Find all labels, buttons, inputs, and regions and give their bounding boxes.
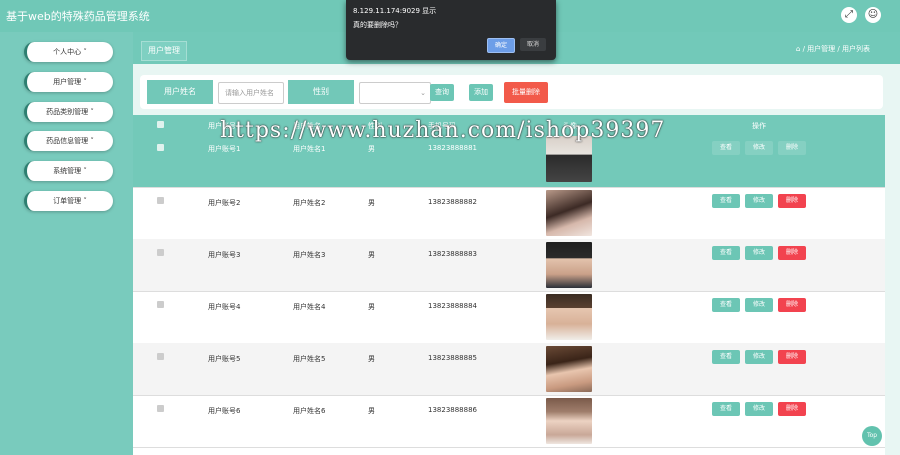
- cell-gender: 男: [368, 407, 375, 415]
- delete-button[interactable]: 删除: [778, 246, 806, 260]
- table-row[interactable]: 用户账号5 用户姓名5 男 13823888885 查看 修改 删除: [133, 343, 885, 396]
- username-input[interactable]: 请输入用户姓名: [218, 82, 284, 104]
- confirm-button[interactable]: 确定: [487, 38, 515, 53]
- cell-gender: 男: [368, 355, 375, 363]
- avatar: [546, 398, 592, 444]
- cell-gender: 男: [368, 251, 375, 259]
- sidebar-item-drug-info[interactable]: 药品信息管理 ˅: [24, 131, 113, 151]
- edit-button[interactable]: 修改: [745, 350, 773, 364]
- cell-gender: 男: [368, 199, 375, 207]
- row-checkbox[interactable]: [157, 405, 164, 412]
- table-row[interactable]: 用户账号6 用户姓名6 男 13823888886 查看 修改 删除: [133, 395, 885, 448]
- add-button[interactable]: 添加: [469, 84, 493, 101]
- cell-gender: 男: [368, 145, 375, 153]
- sidebar-item-orders[interactable]: 订单管理 ˅: [24, 191, 113, 211]
- sidebar-item-label: 药品信息管理: [46, 137, 89, 145]
- view-button[interactable]: 查看: [712, 194, 740, 208]
- sidebar-item-personal-center[interactable]: 个人中心 ˅: [24, 42, 113, 62]
- avatar: [546, 346, 592, 392]
- sidebar: 个人中心 ˅ 用户管理 ˅ 药品类别管理 ˅ 药品信息管理 ˅ 系统管理 ˅ 订…: [0, 32, 133, 455]
- main-content: 用户管理 ⌂ / 用户管理 / 用户列表 用户姓名 请输入用户姓名 性别 ⌄ 查…: [133, 32, 900, 455]
- sidebar-item-label: 系统管理: [53, 167, 82, 175]
- cancel-button[interactable]: 取消: [520, 38, 546, 51]
- table-row[interactable]: 用户账号4 用户姓名4 男 13823888884 查看 修改 删除: [133, 291, 885, 344]
- delete-button[interactable]: 删除: [778, 298, 806, 312]
- sidebar-item-label: 个人中心: [53, 48, 82, 56]
- app-title: 基于web的特殊药品管理系统: [6, 10, 150, 23]
- avatar: [546, 294, 592, 340]
- sidebar-item-label: 药品类别管理: [46, 108, 89, 116]
- cell-phone: 13823888886: [428, 406, 477, 414]
- view-button[interactable]: 查看: [712, 141, 740, 155]
- back-to-top-button[interactable]: Top: [862, 426, 882, 446]
- sidebar-item-label: 用户管理: [53, 78, 82, 86]
- view-button[interactable]: 查看: [712, 350, 740, 364]
- search-bar: 用户姓名 请输入用户姓名 性别 ⌄ 查询 添加 批量删除: [140, 75, 883, 109]
- edit-button[interactable]: 修改: [745, 141, 773, 155]
- cell-account: 用户账号2: [208, 199, 241, 207]
- user-table: 用户账号 用户姓名 性别 手机号码 头像 操作 用户账号1 用户姓名1 男 13…: [133, 115, 885, 455]
- gender-select[interactable]: ⌄: [359, 82, 431, 104]
- edit-button[interactable]: 修改: [745, 194, 773, 208]
- dialog-message: 真的要删除吗？: [353, 21, 402, 29]
- avatar: [546, 190, 592, 236]
- watermark: https://www.huzhan.com/ishop39397: [220, 118, 666, 143]
- username-label: 用户姓名: [147, 80, 213, 104]
- delete-button[interactable]: 删除: [778, 141, 806, 155]
- cell-name: 用户姓名2: [293, 199, 326, 207]
- table-row[interactable]: 用户账号3 用户姓名3 男 13823888883 查看 修改 删除: [133, 239, 885, 292]
- row-checkbox[interactable]: [157, 249, 164, 256]
- row-checkbox[interactable]: [157, 197, 164, 204]
- edit-button[interactable]: 修改: [745, 402, 773, 416]
- table-row[interactable]: 用户账号2 用户姓名2 男 13823888882 查看 修改 删除: [133, 187, 885, 240]
- edit-button[interactable]: 修改: [745, 298, 773, 312]
- view-button[interactable]: 查看: [712, 402, 740, 416]
- cell-name: 用户姓名4: [293, 303, 326, 311]
- cell-account: 用户账号3: [208, 251, 241, 259]
- cell-account: 用户账号1: [208, 145, 241, 153]
- cell-phone: 13823888881: [428, 144, 477, 152]
- breadcrumb-text: / 用户管理 / 用户列表: [802, 45, 870, 53]
- sidebar-item-user-management[interactable]: 用户管理 ˅: [24, 72, 113, 92]
- select-all-checkbox[interactable]: [157, 121, 164, 128]
- expand-icon[interactable]: ⤢: [841, 7, 857, 23]
- cell-account: 用户账号4: [208, 303, 241, 311]
- batch-delete-button[interactable]: 批量删除: [504, 82, 548, 103]
- delete-button[interactable]: 删除: [778, 350, 806, 364]
- confirm-dialog: 8.129.11.174:9029 显示 真的要删除吗？ 确定 取消: [346, 0, 556, 60]
- cell-phone: 13823888883: [428, 250, 477, 258]
- delete-button[interactable]: 删除: [778, 194, 806, 208]
- cell-name: 用户姓名5: [293, 355, 326, 363]
- cell-phone: 13823888884: [428, 302, 477, 310]
- edit-button[interactable]: 修改: [745, 246, 773, 260]
- sidebar-item-label: 订单管理: [53, 197, 82, 205]
- cell-name: 用户姓名6: [293, 407, 326, 415]
- cell-phone: 13823888885: [428, 354, 477, 362]
- view-button[interactable]: 查看: [712, 298, 740, 312]
- query-button[interactable]: 查询: [430, 84, 454, 101]
- cell-name: 用户姓名3: [293, 251, 326, 259]
- sidebar-item-system[interactable]: 系统管理 ˅: [24, 161, 113, 181]
- cell-name: 用户姓名1: [293, 145, 326, 153]
- sidebar-item-drug-category[interactable]: 药品类别管理 ˅: [24, 102, 113, 122]
- row-checkbox[interactable]: [157, 353, 164, 360]
- cell-gender: 男: [368, 303, 375, 311]
- user-icon[interactable]: ☺: [865, 7, 881, 23]
- delete-button[interactable]: 删除: [778, 402, 806, 416]
- avatar: [546, 242, 592, 288]
- row-checkbox[interactable]: [157, 144, 164, 151]
- breadcrumb-path: ⌂ / 用户管理 / 用户列表: [795, 45, 870, 53]
- tab-user-management[interactable]: 用户管理: [141, 41, 187, 61]
- header-actions: 操作: [752, 122, 766, 130]
- row-checkbox[interactable]: [157, 301, 164, 308]
- cell-phone: 13823888882: [428, 198, 477, 206]
- cell-account: 用户账号6: [208, 407, 241, 415]
- view-button[interactable]: 查看: [712, 246, 740, 260]
- gender-label: 性别: [288, 80, 354, 104]
- dialog-origin: 8.129.11.174:9029 显示: [353, 7, 437, 15]
- cell-account: 用户账号5: [208, 355, 241, 363]
